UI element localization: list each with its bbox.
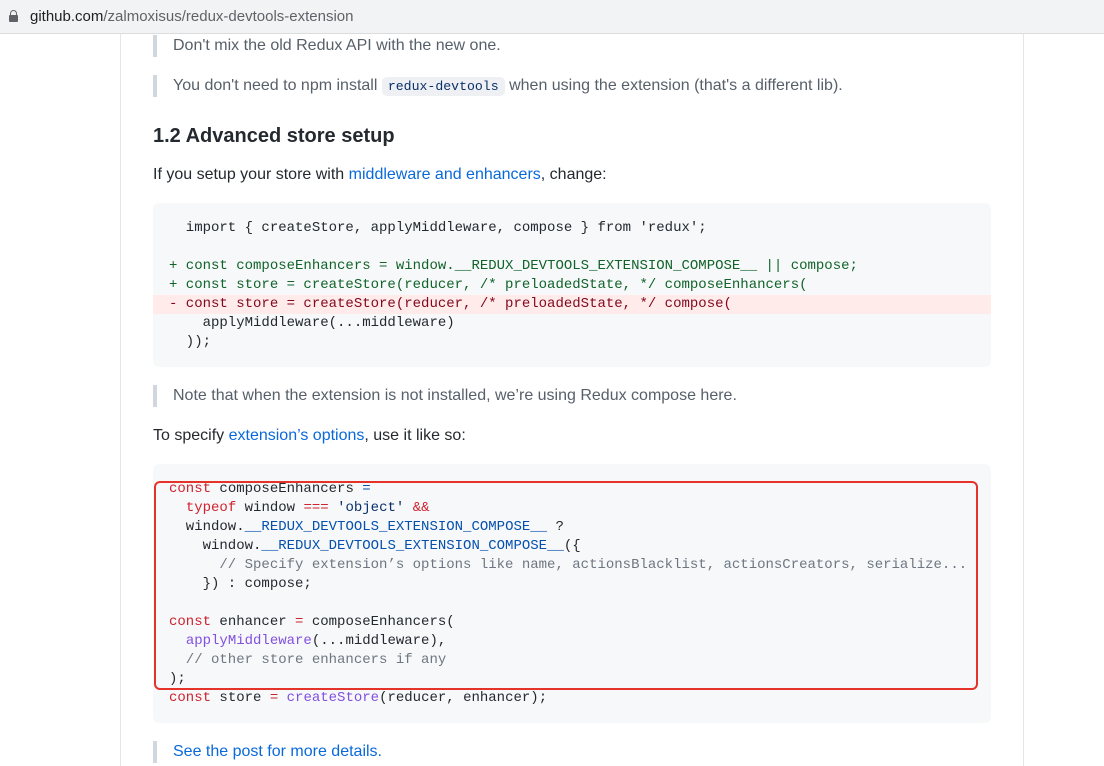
code-comment: // Specify extension’s options like name… [169, 557, 968, 573]
blockquote-npm-install: You don't need to npm install redux-devt… [153, 75, 843, 97]
code-comment: // other store enhancers if any [169, 652, 447, 668]
code-line: window.__REDUX_DEVTOOLS_EXTENSION_COMPOS… [169, 519, 564, 535]
code-line-added: + const store = createStore(reducer, /* … [169, 277, 808, 293]
code-block-diff: import { createStore, applyMiddleware, c… [153, 203, 991, 367]
content-border-right [1023, 34, 1024, 766]
code-line: applyMiddleware(...middleware) [169, 315, 455, 331]
code-line: window.__REDUX_DEVTOOLS_EXTENSION_COMPOS… [169, 538, 581, 554]
section-heading: 1.2 Advanced store setup [153, 125, 395, 147]
code-line: import { createStore, applyMiddleware, c… [169, 220, 707, 236]
paragraph-options: To specify extension’s options, use it l… [153, 427, 466, 444]
code-line: const enhancer = composeEnhancers( [169, 614, 455, 630]
code-line: const composeEnhancers = [169, 481, 371, 497]
see-post-link[interactable]: See the post for more details. [173, 743, 382, 760]
blockquote-compose-note: Note that when the extension is not inst… [153, 385, 737, 407]
inline-code: redux-devtools [381, 77, 505, 96]
code-line: const store = createStore(reducer, enhan… [169, 690, 548, 706]
blockquote-old-api: Don't mix the old Redux API with the new… [153, 35, 501, 57]
code-line: applyMiddleware(...middleware), [185, 633, 447, 649]
content-border-left [120, 34, 121, 766]
middleware-enhancers-link[interactable]: middleware and enhancers [349, 166, 541, 183]
blockquote-see-post: See the post for more details. [153, 741, 382, 763]
code-line-added: + const composeEnhancers = window.__REDU… [169, 258, 858, 274]
code-line: )); [169, 334, 212, 350]
code-line: typeof window === 'object' && [185, 500, 430, 516]
paragraph-setup: If you setup your store with middleware … [153, 166, 607, 183]
url-text[interactable]: github.com/zalmoxisus/redux-devtools-ext… [30, 8, 354, 26]
code-line-removed: - const store = createStore(reducer, /* … [153, 295, 991, 314]
code-block-options: const composeEnhancers = typeof window =… [153, 464, 991, 723]
lock-icon [9, 10, 18, 22]
code-line: }) : compose; [169, 576, 312, 592]
code-line: ); [169, 671, 186, 687]
address-bar[interactable]: github.com/zalmoxisus/redux-devtools-ext… [0, 0, 1104, 34]
extension-options-link[interactable]: extension’s options [229, 427, 365, 444]
